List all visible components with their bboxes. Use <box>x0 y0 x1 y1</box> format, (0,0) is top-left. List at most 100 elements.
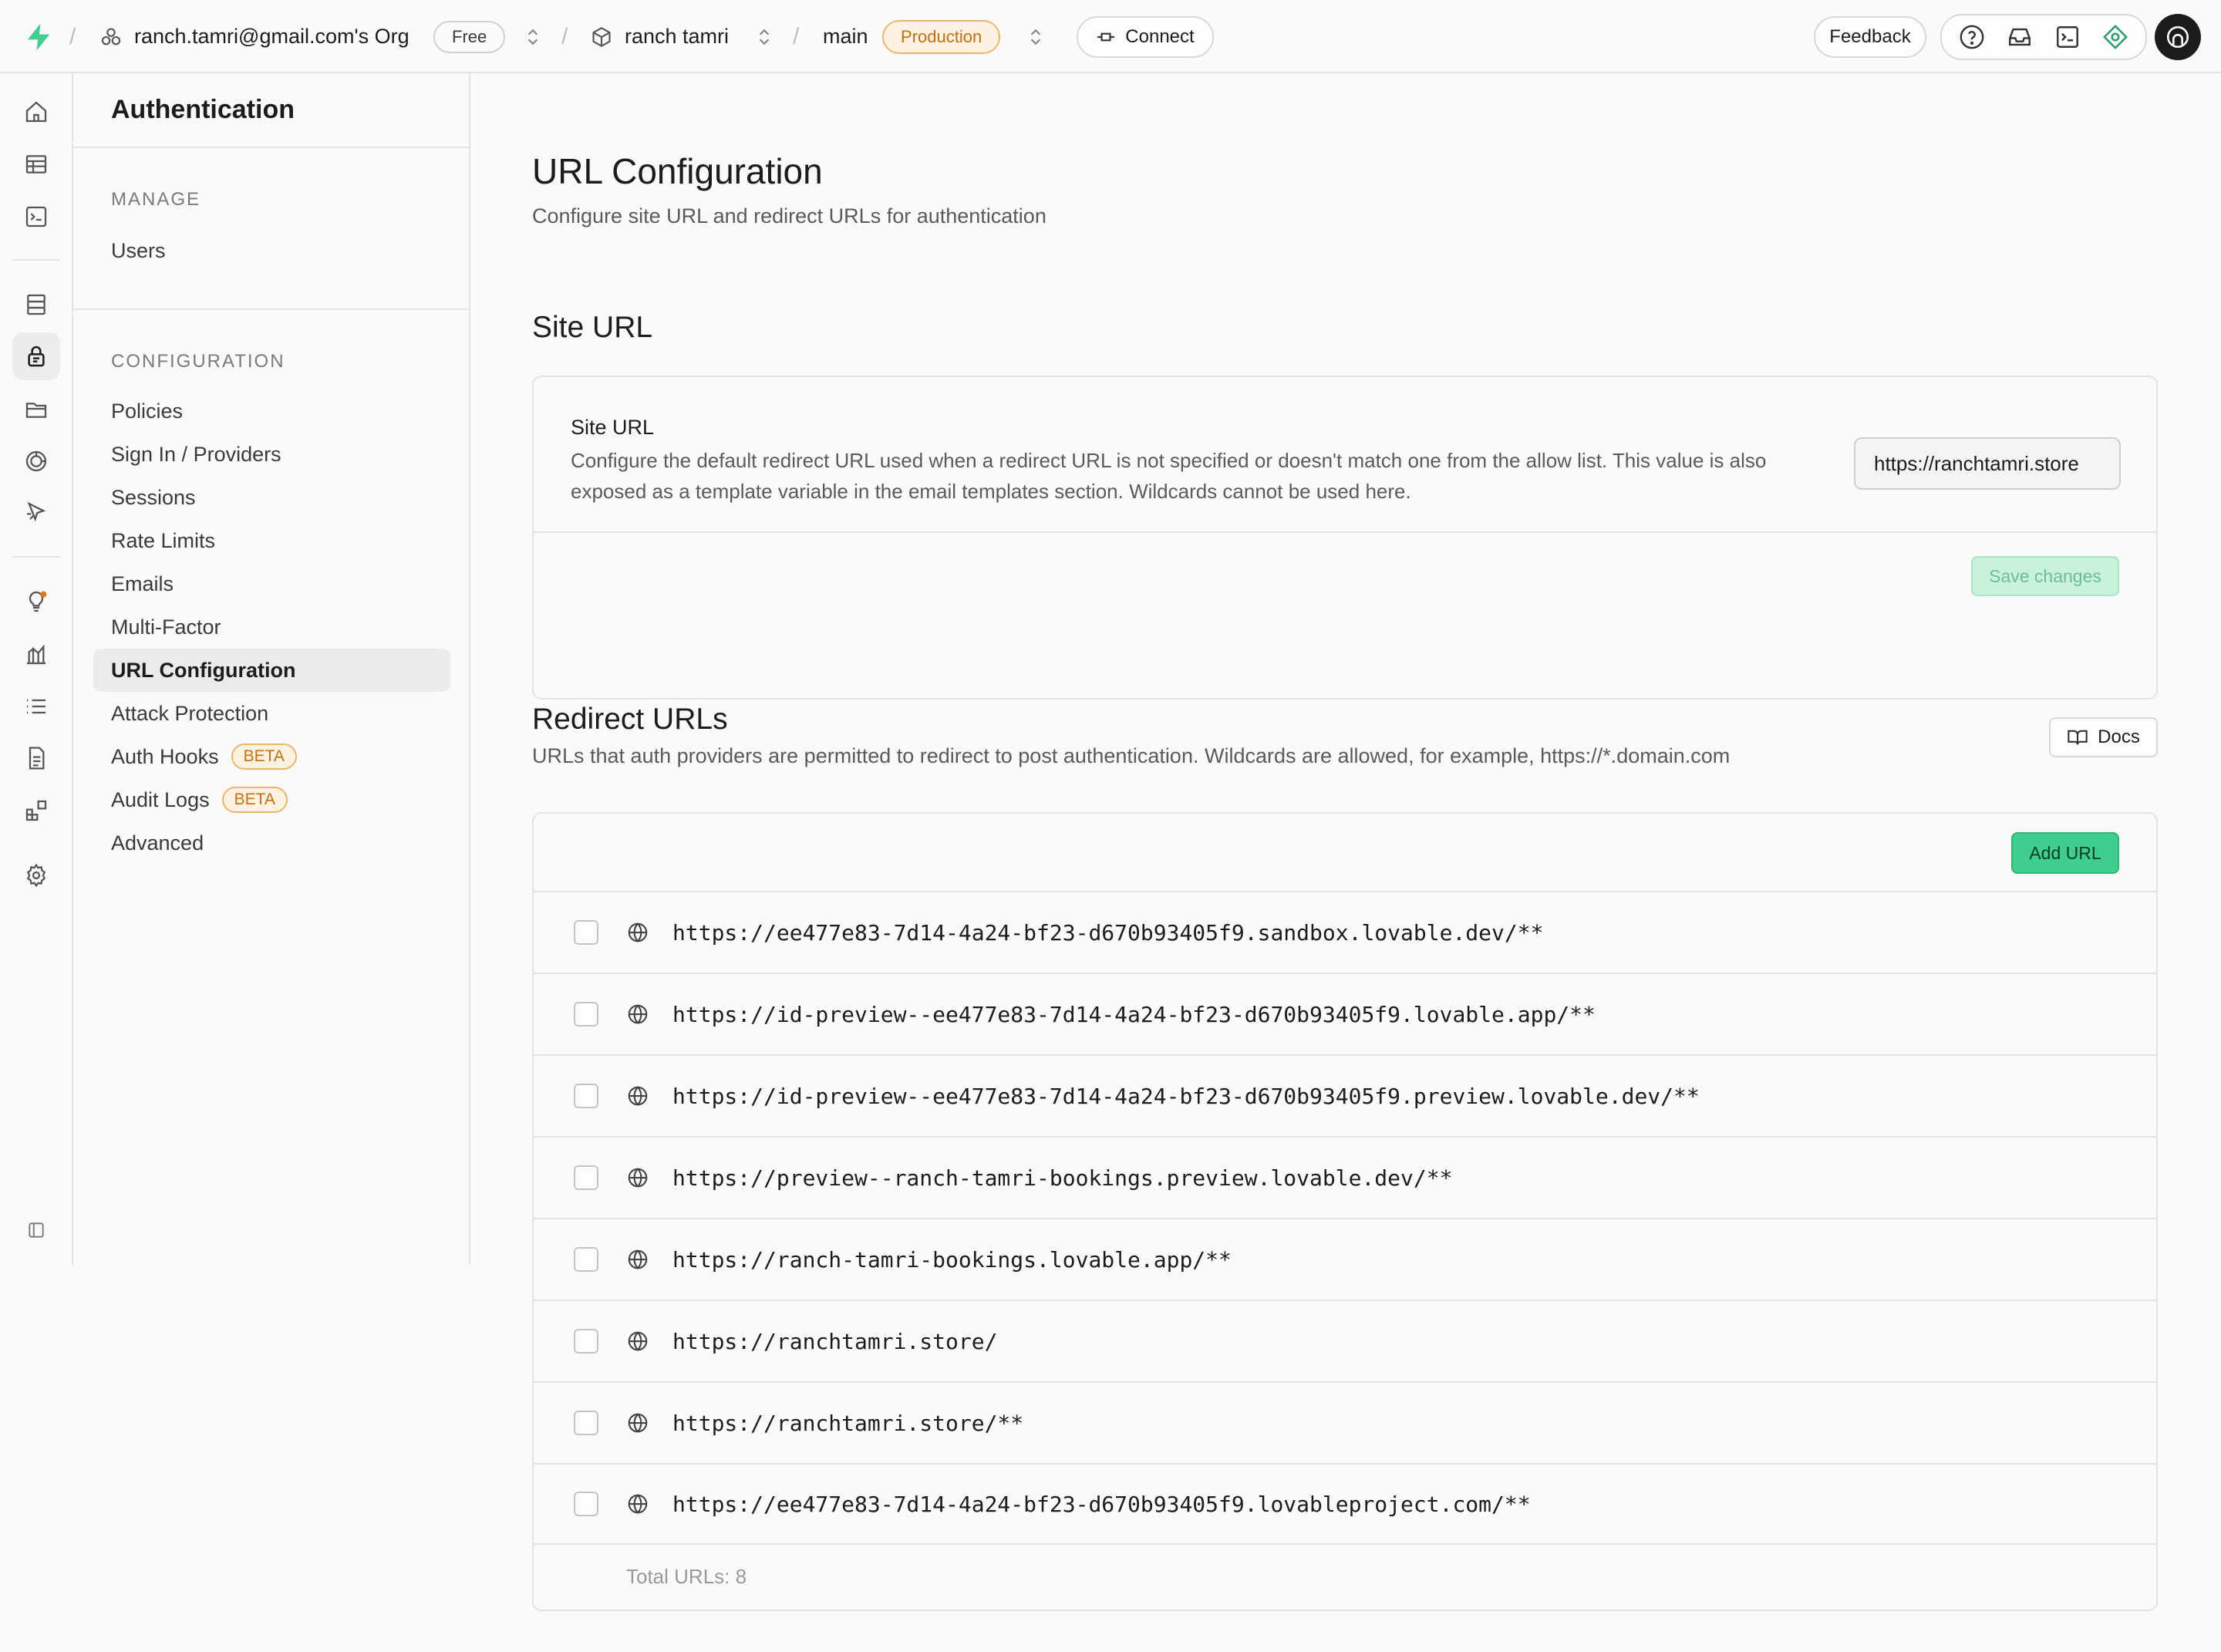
book-icon <box>2068 730 2088 745</box>
manage-section-label: MANAGE <box>111 189 201 210</box>
topbar-icon-group <box>1940 13 2147 60</box>
configuration-section-label: CONFIGURATION <box>111 351 285 372</box>
connect-button[interactable]: Connect <box>1077 15 1214 58</box>
redirect-url: https://ranch-tamri-bookings.lovable.app… <box>672 1246 1232 1273</box>
settings-icon[interactable] <box>12 851 60 899</box>
table-row: https://ranchtamri.store/** <box>534 1381 2156 1463</box>
branch-switcher-chevron-icon[interactable] <box>1026 0 1046 73</box>
authentication-icon[interactable] <box>12 332 60 380</box>
table-row: https://ranch-tamri-bookings.lovable.app… <box>534 1218 2156 1300</box>
redirect-urls-description: URLs that auth providers are permitted t… <box>532 744 1731 767</box>
branch-name[interactable]: main <box>823 0 868 73</box>
realtime-icon[interactable] <box>12 489 60 537</box>
sidebar-item-policies[interactable]: Policies <box>93 389 450 433</box>
user-avatar[interactable] <box>2155 0 2201 73</box>
org-name[interactable]: ranch.tamri@gmail.com's Org <box>134 0 409 73</box>
org-switcher-chevron-icon[interactable] <box>523 0 543 73</box>
globe-icon <box>628 1004 648 1024</box>
site-url-input[interactable] <box>1854 437 2121 490</box>
feedback-label: Feedback <box>1829 25 1911 47</box>
redirect-url: https://ranchtamri.store/** <box>672 1410 1024 1436</box>
database-icon[interactable] <box>12 281 60 329</box>
table-row: https://preview--ranch-tamri-bookings.pr… <box>534 1136 2156 1218</box>
redirect-url: https://ee477e83-7d14-4a24-bf23-d670b934… <box>672 919 1544 946</box>
globe-icon <box>628 1413 648 1433</box>
save-changes-button[interactable]: Save changes <box>1971 556 2119 596</box>
project-switcher-chevron-icon[interactable] <box>754 0 774 73</box>
table-editor-icon[interactable] <box>12 140 60 188</box>
page-title: URL Configuration <box>532 151 823 191</box>
sidebar-item-sign-in-providers[interactable]: Sign In / Providers <box>93 433 450 476</box>
sidebar-item-rate-limits[interactable]: Rate Limits <box>93 519 450 562</box>
sidebar-item-audit-logs[interactable]: Audit Logs BETA <box>93 778 450 821</box>
row-checkbox[interactable] <box>574 1411 598 1435</box>
help-icon[interactable] <box>1959 24 1985 50</box>
supabase-logo-icon[interactable] <box>23 0 54 73</box>
globe-icon <box>628 1168 648 1188</box>
advisors-icon[interactable] <box>12 578 60 625</box>
globe-icon <box>628 1086 648 1106</box>
card-divider <box>534 531 2156 533</box>
sidebar-title: Authentication <box>73 73 469 148</box>
sidebar-item-url-configuration[interactable]: URL Configuration <box>93 649 450 692</box>
table-row: https://ee477e83-7d14-4a24-bf23-d670b934… <box>534 891 2156 973</box>
add-url-button[interactable]: Add URL <box>2011 832 2119 874</box>
storage-icon[interactable] <box>12 385 60 433</box>
globe-icon <box>628 1494 648 1514</box>
terminal-icon[interactable] <box>2054 24 2081 50</box>
collapse-sidebar-icon[interactable] <box>12 1206 60 1254</box>
docs-label: Docs <box>2098 727 2140 747</box>
row-checkbox[interactable] <box>574 1329 598 1354</box>
page-subtitle: Configure site URL and redirect URLs for… <box>532 204 1046 228</box>
sql-editor-icon[interactable] <box>12 193 60 241</box>
beta-badge: BETA <box>221 787 288 813</box>
row-checkbox[interactable] <box>574 1084 598 1108</box>
sidebar-item-auth-hooks[interactable]: Auth Hooks BETA <box>93 735 450 778</box>
sidebar-item-advanced[interactable]: Advanced <box>93 821 450 865</box>
logs-icon[interactable] <box>12 683 60 730</box>
breadcrumb-separator: / <box>561 23 568 49</box>
row-checkbox[interactable] <box>574 1002 598 1027</box>
redirect-url: https://id-preview--ee477e83-7d14-4a24-b… <box>672 1083 1700 1109</box>
plan-badge: Free <box>433 20 506 53</box>
sidebar-item-emails[interactable]: Emails <box>93 562 450 605</box>
plug-icon <box>1097 32 1115 41</box>
sidebar-item-label: Auth Hooks <box>111 744 219 768</box>
row-checkbox[interactable] <box>574 920 598 945</box>
avatar-icon <box>2166 25 2189 48</box>
sidebar-item-users[interactable]: Users <box>93 229 450 272</box>
row-checkbox[interactable] <box>574 1492 598 1516</box>
project-name[interactable]: ranch tamri <box>625 0 729 73</box>
breadcrumb-separator: / <box>69 23 76 49</box>
redirect-url: https://ee477e83-7d14-4a24-bf23-d670b934… <box>672 1491 1531 1517</box>
site-url-section-title: Site URL <box>532 311 653 344</box>
sidebar-item-sessions[interactable]: Sessions <box>93 476 450 519</box>
row-checkbox[interactable] <box>574 1165 598 1190</box>
breadcrumb-separator: / <box>793 23 800 49</box>
main-content: URL Configuration Configure site URL and… <box>472 73 2221 1652</box>
sidebar-item-multi-factor[interactable]: Multi-Factor <box>93 605 450 649</box>
redirect-url: https://ranchtamri.store/ <box>672 1328 998 1354</box>
sidebar-item-attack-protection[interactable]: Attack Protection <box>93 692 450 735</box>
reports-icon[interactable] <box>12 630 60 678</box>
assistant-icon[interactable] <box>2102 24 2128 50</box>
table-row: https://id-preview--ee477e83-7d14-4a24-b… <box>534 1054 2156 1136</box>
home-icon[interactable] <box>12 88 60 136</box>
site-url-field-label: Site URL <box>571 416 655 439</box>
top-bar: / ranch.tamri@gmail.com's Org Free / ran… <box>0 0 2221 73</box>
feedback-button[interactable]: Feedback <box>1814 15 1926 58</box>
auth-sidebar: Authentication MANAGE Users CONFIGURATIO… <box>73 73 470 1265</box>
row-checkbox[interactable] <box>574 1247 598 1272</box>
table-row: https://ranchtamri.store/ <box>534 1300 2156 1381</box>
integrations-icon[interactable] <box>12 787 60 834</box>
table-row: https://id-preview--ee477e83-7d14-4a24-b… <box>534 973 2156 1054</box>
project-icon <box>591 0 612 73</box>
inbox-icon[interactable] <box>2007 24 2033 50</box>
redirect-urls-card: Add URL https://ee477e83-7d14-4a24-bf23-… <box>532 812 2158 1611</box>
environment-badge: Production <box>882 19 1001 54</box>
edge-functions-icon[interactable] <box>12 437 60 485</box>
sidebar-divider <box>73 308 469 310</box>
docs-button[interactable]: Docs <box>2049 717 2158 757</box>
site-url-card: Site URL Configure the default redirect … <box>532 376 2158 700</box>
api-docs-icon[interactable] <box>12 734 60 782</box>
